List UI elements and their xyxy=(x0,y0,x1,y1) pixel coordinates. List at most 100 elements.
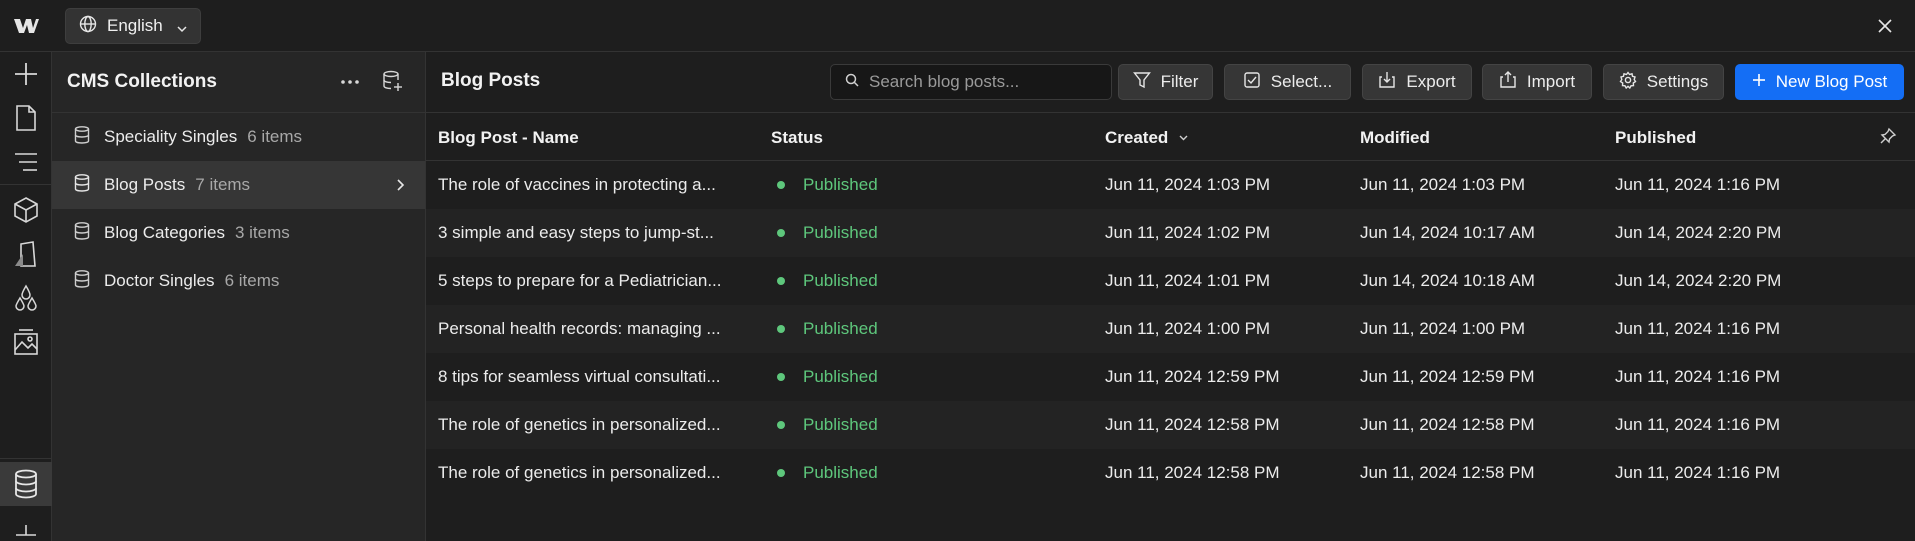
export-icon xyxy=(1378,71,1396,94)
collection-item-doctor-singles[interactable]: Doctor Singles 6 items xyxy=(52,257,425,305)
table-header: Blog Post - Name Status Created Modified… xyxy=(426,113,1915,161)
select-button[interactable]: Select... xyxy=(1224,64,1351,100)
more-options-icon[interactable] xyxy=(338,70,362,94)
status-badge: Published xyxy=(771,319,878,339)
column-header-created[interactable]: Created xyxy=(1105,128,1189,148)
modified-date: Jun 11, 2024 12:58 PM xyxy=(1360,415,1535,434)
status-dot-icon xyxy=(777,181,785,189)
created-date: Jun 11, 2024 12:59 PM xyxy=(1105,367,1280,386)
modified-date: Jun 11, 2024 12:58 PM xyxy=(1360,463,1535,482)
modified-date: Jun 11, 2024 1:03 PM xyxy=(1360,175,1526,194)
published-date: Jun 11, 2024 1:16 PM xyxy=(1615,175,1781,194)
webflow-logo-icon[interactable] xyxy=(0,0,52,52)
status-dot-icon xyxy=(777,421,785,429)
cms-app: English CMS Collections Speciality Singl… xyxy=(0,0,1915,541)
post-name: The role of genetics in personalized... xyxy=(438,463,721,482)
status-badge: Published xyxy=(771,175,878,195)
collection-item-blog-categories[interactable]: Blog Categories 3 items xyxy=(52,209,425,257)
import-icon xyxy=(1499,70,1517,94)
export-button[interactable]: Export xyxy=(1362,64,1472,100)
published-date: Jun 11, 2024 1:16 PM xyxy=(1615,415,1781,434)
import-button[interactable]: Import xyxy=(1482,64,1592,100)
status-dot-icon xyxy=(777,229,785,237)
collection-items-view: Blog Posts Filter Select... xyxy=(426,52,1915,541)
post-name: The role of vaccines in protecting a... xyxy=(438,175,716,194)
collection-name: Speciality Singles xyxy=(104,127,238,146)
created-label: Created xyxy=(1105,128,1169,147)
variables-icon[interactable] xyxy=(0,276,52,320)
search-box[interactable] xyxy=(830,64,1112,100)
table-row[interactable]: 8 tips for seamless virtual consultati..… xyxy=(426,353,1915,401)
created-date: Jun 11, 2024 1:01 PM xyxy=(1105,271,1271,290)
collections-header: CMS Collections xyxy=(52,52,425,113)
table-body: The role of vaccines in protecting a... … xyxy=(426,161,1915,497)
created-date: Jun 11, 2024 12:58 PM xyxy=(1105,415,1280,434)
language-label: English xyxy=(107,16,163,35)
sort-chevron-icon xyxy=(1178,128,1189,148)
close-icon[interactable] xyxy=(1873,14,1897,38)
post-name: Personal health records: managing ... xyxy=(438,319,721,338)
add-collection-icon[interactable] xyxy=(380,68,406,94)
collection-count: 6 items xyxy=(247,127,303,146)
pin-icon[interactable] xyxy=(1879,127,1897,150)
assets-icon[interactable] xyxy=(0,320,52,364)
modified-date: Jun 14, 2024 10:17 AM xyxy=(1360,223,1535,242)
new-blog-post-button[interactable]: New Blog Post xyxy=(1735,64,1904,100)
table-row[interactable]: The role of genetics in personalized... … xyxy=(426,401,1915,449)
checkbox-icon xyxy=(1243,71,1261,94)
created-date: Jun 11, 2024 1:02 PM xyxy=(1105,223,1271,242)
collection-item-speciality-singles[interactable]: Speciality Singles 6 items xyxy=(52,113,425,161)
table-row[interactable]: The role of genetics in personalized... … xyxy=(426,449,1915,497)
published-date: Jun 11, 2024 1:16 PM xyxy=(1615,367,1781,386)
page-title: Blog Posts xyxy=(441,70,541,91)
collection-count: 3 items xyxy=(234,223,290,242)
new-blog-post-label: New Blog Post xyxy=(1775,72,1888,91)
cms-icon[interactable] xyxy=(0,462,52,506)
table-row[interactable]: Personal health records: managing ... Pu… xyxy=(426,305,1915,353)
modified-date: Jun 11, 2024 1:00 PM xyxy=(1360,319,1526,338)
plus-icon[interactable] xyxy=(0,52,52,96)
column-header-modified[interactable]: Modified xyxy=(1360,128,1430,148)
style-icon[interactable] xyxy=(0,232,52,276)
left-toolbar xyxy=(0,52,52,541)
navigator-icon[interactable] xyxy=(0,140,52,184)
table-row[interactable]: 3 simple and easy steps to jump-st... Pu… xyxy=(426,209,1915,257)
import-label: Import xyxy=(1526,72,1576,91)
database-icon xyxy=(74,173,90,197)
select-label: Select... xyxy=(1270,72,1333,91)
cms-collections-panel: CMS Collections Speciality Singles 6 ite… xyxy=(52,52,426,541)
created-date: Jun 11, 2024 12:58 PM xyxy=(1105,463,1280,482)
collection-count: 6 items xyxy=(224,271,280,290)
status-dot-icon xyxy=(777,373,785,381)
column-header-published[interactable]: Published xyxy=(1615,128,1696,148)
published-date: Jun 11, 2024 1:16 PM xyxy=(1615,463,1781,482)
post-name: 5 steps to prepare for a Pediatrician... xyxy=(438,271,722,290)
database-icon xyxy=(74,125,90,149)
search-icon xyxy=(845,72,859,92)
column-header-status[interactable]: Status xyxy=(771,128,823,148)
status-dot-icon xyxy=(777,469,785,477)
components-icon[interactable] xyxy=(0,188,52,232)
table-row[interactable]: 5 steps to prepare for a Pediatrician...… xyxy=(426,257,1915,305)
search-input[interactable] xyxy=(869,72,1099,92)
filter-button[interactable]: Filter xyxy=(1118,64,1213,100)
settings-button[interactable]: Settings xyxy=(1603,64,1724,100)
collection-name: Blog Posts xyxy=(104,175,186,194)
globe-icon xyxy=(79,15,97,38)
language-selector[interactable]: English xyxy=(65,8,201,44)
column-header-name[interactable]: Blog Post - Name xyxy=(438,128,579,148)
apps-icon[interactable] xyxy=(0,514,52,541)
table-row[interactable]: The role of vaccines in protecting a... … xyxy=(426,161,1915,209)
post-name: The role of genetics in personalized... xyxy=(438,415,721,434)
created-date: Jun 11, 2024 1:00 PM xyxy=(1105,319,1271,338)
filter-label: Filter xyxy=(1160,72,1199,91)
collection-name: Blog Categories xyxy=(104,223,225,242)
status-badge: Published xyxy=(771,223,878,243)
collection-item-blog-posts[interactable]: Blog Posts 7 items xyxy=(52,161,425,209)
post-name: 3 simple and easy steps to jump-st... xyxy=(438,223,714,242)
published-date: Jun 11, 2024 1:16 PM xyxy=(1615,319,1781,338)
collections-title: CMS Collections xyxy=(67,71,217,92)
collection-name: Doctor Singles xyxy=(104,271,215,290)
gear-icon xyxy=(1619,70,1637,94)
page-icon[interactable] xyxy=(0,96,52,140)
